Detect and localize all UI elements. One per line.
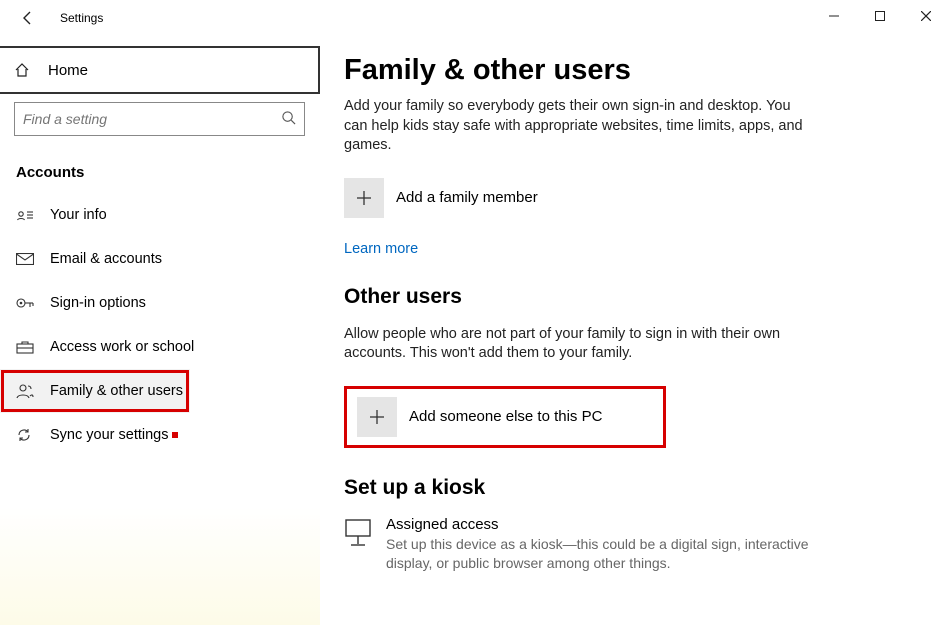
family-description: Add your family so everybody gets their … (344, 97, 804, 156)
add-someone-label: Add someone else to this PC (409, 408, 602, 425)
sidebar: Home Accounts Your info Email & accounts (0, 36, 320, 625)
close-icon (921, 11, 931, 21)
sidebar-item-label: Sync your settings (50, 427, 168, 443)
sidebar-item-sync-settings[interactable]: Sync your settings (0, 413, 319, 457)
kiosk-heading: Set up a kiosk (344, 476, 925, 500)
titlebar: Settings (0, 0, 949, 36)
sidebar-item-label: Family & other users (50, 383, 183, 399)
add-someone-highlight: Add someone else to this PC (344, 386, 666, 448)
add-family-member-button[interactable]: Add a family member (344, 178, 925, 218)
contact-card-icon (16, 208, 40, 222)
plus-icon (355, 189, 373, 207)
mail-icon (16, 253, 40, 265)
back-button[interactable] (8, 0, 48, 36)
sidebar-item-signin-options[interactable]: Sign-in options (0, 281, 319, 325)
home-label: Home (48, 62, 88, 79)
other-users-heading: Other users (344, 285, 925, 309)
annotation-dot (172, 432, 178, 438)
content-area: Family & other users Add your family so … (320, 36, 949, 625)
assigned-access-desc: Set up this device as a kiosk—this could… (386, 535, 814, 573)
kiosk-icon (344, 516, 372, 551)
search-box[interactable] (14, 102, 305, 136)
add-someone-button[interactable]: Add someone else to this PC (357, 397, 653, 437)
learn-more-link[interactable]: Learn more (344, 241, 418, 257)
window-title: Settings (60, 11, 103, 25)
home-icon (14, 62, 38, 78)
sidebar-item-label: Your info (50, 207, 107, 223)
sidebar-item-your-info[interactable]: Your info (0, 193, 319, 237)
other-users-description: Allow people who are not part of your fa… (344, 325, 804, 364)
sync-icon (16, 427, 40, 443)
sidebar-item-access-work-school[interactable]: Access work or school (0, 325, 319, 369)
assigned-access-title: Assigned access (386, 516, 814, 533)
home-button[interactable]: Home (0, 48, 318, 92)
page-title: Family & other users (344, 54, 925, 87)
add-family-label: Add a family member (396, 189, 538, 206)
close-button[interactable] (903, 0, 949, 32)
sidebar-item-email-accounts[interactable]: Email & accounts (0, 237, 319, 281)
sidebar-item-label: Access work or school (50, 339, 194, 355)
maximize-button[interactable] (857, 0, 903, 32)
assigned-access-item[interactable]: Assigned access Set up this device as a … (344, 516, 814, 573)
briefcase-icon (16, 340, 40, 354)
nav-list: Your info Email & accounts Sign-in optio… (0, 193, 319, 457)
minimize-icon (829, 11, 839, 21)
key-icon (16, 296, 40, 310)
plus-tile (344, 178, 384, 218)
people-icon (16, 383, 40, 399)
plus-icon (368, 408, 386, 426)
sidebar-item-label: Sign-in options (50, 295, 146, 311)
section-heading: Accounts (16, 164, 319, 181)
search-icon (281, 110, 296, 128)
sidebar-item-family-other-users[interactable]: Family & other users (0, 369, 190, 413)
minimize-button[interactable] (811, 0, 857, 32)
arrow-left-icon (20, 10, 36, 26)
maximize-icon (875, 11, 885, 21)
search-input[interactable] (23, 111, 281, 127)
plus-tile (357, 397, 397, 437)
sidebar-item-label: Email & accounts (50, 251, 162, 267)
